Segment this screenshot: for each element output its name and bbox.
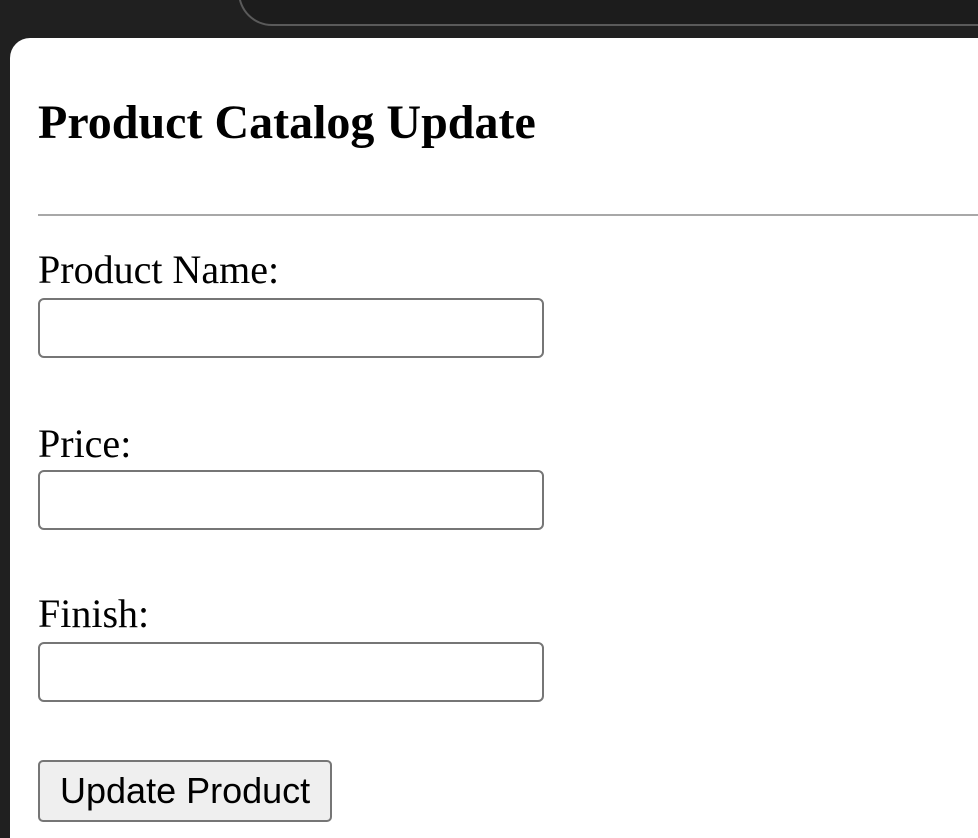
price-input[interactable]: [38, 470, 544, 530]
finish-label: Finish:: [38, 591, 150, 636]
browser-chrome: [0, 0, 978, 40]
product-name-input[interactable]: [38, 298, 544, 358]
browser-tab[interactable]: [238, 0, 978, 26]
finish-input[interactable]: [38, 642, 544, 702]
page-content: Product Catalog Update Product Name: Pri…: [10, 38, 978, 838]
page-title: Product Catalog Update: [38, 96, 536, 149]
price-label: Price:: [38, 421, 132, 466]
divider: [38, 214, 978, 216]
update-product-button[interactable]: Update Product: [38, 760, 333, 822]
product-name-label: Product Name:: [38, 247, 280, 292]
